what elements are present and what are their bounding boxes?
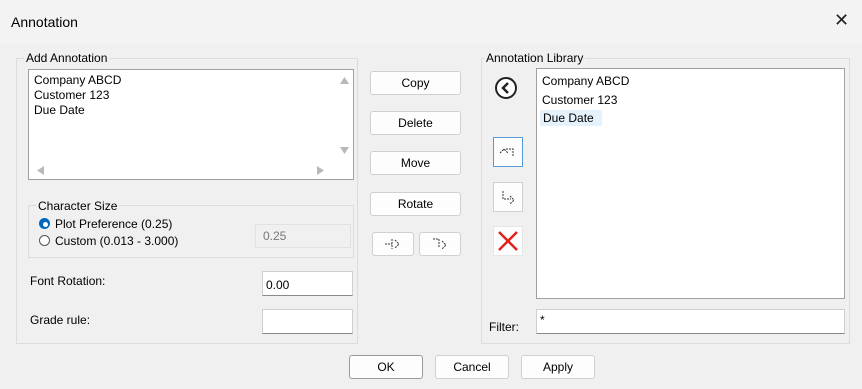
filter-input[interactable]: *	[536, 309, 845, 334]
copy-button[interactable]: Copy	[370, 71, 461, 95]
ok-button[interactable]: OK	[349, 355, 423, 379]
annotation-library-legend: Annotation Library	[484, 51, 586, 65]
cancel-button[interactable]: Cancel	[435, 355, 509, 379]
vertical-scrollbar[interactable]	[336, 70, 353, 162]
window-title: Annotation	[11, 14, 78, 30]
rotate-button[interactable]: Rotate	[370, 192, 461, 216]
custom-radio[interactable]	[39, 235, 50, 246]
library-item[interactable]: Customer 123	[542, 93, 617, 107]
insert-down-button[interactable]	[493, 182, 523, 212]
filter-label: Filter:	[489, 320, 519, 334]
grade-rule-input[interactable]	[262, 309, 353, 334]
move-down-right-button[interactable]	[419, 232, 461, 256]
back-arrow-icon[interactable]	[494, 76, 518, 100]
insert-up-icon	[499, 148, 514, 157]
font-rotation-input[interactable]: 0.00	[262, 271, 353, 296]
font-rotation-label: Font Rotation:	[30, 274, 106, 288]
insert-down-icon	[502, 191, 515, 205]
scroll-left-icon[interactable]	[37, 166, 44, 175]
annotation-text-area[interactable]: Company ABCD Customer 123 Due Date	[28, 69, 354, 180]
delete-button[interactable]: Delete	[370, 111, 461, 135]
library-item-label: Due Date	[543, 111, 594, 125]
plot-preference-radio[interactable]	[39, 218, 50, 229]
move-right-icon	[385, 239, 400, 249]
insert-up-button[interactable]	[493, 137, 523, 167]
title-bar	[0, 0, 862, 44]
plot-preference-label: Plot Preference (0.25)	[55, 217, 173, 231]
annotation-line: Due Date	[34, 103, 85, 117]
grade-rule-label: Grade rule:	[30, 313, 91, 327]
delete-item-button[interactable]	[493, 226, 523, 256]
scroll-down-icon[interactable]	[340, 147, 349, 154]
annotation-line: Customer 123	[34, 88, 110, 102]
move-down-right-icon	[433, 238, 447, 250]
add-annotation-legend: Add Annotation	[24, 51, 110, 65]
horizontal-scrollbar[interactable]	[29, 162, 336, 179]
move-button[interactable]: Move	[370, 151, 461, 175]
move-right-button[interactable]	[372, 232, 414, 256]
apply-button[interactable]: Apply	[521, 355, 595, 379]
delete-x-icon	[498, 231, 518, 251]
custom-label: Custom (0.013 - 3.000)	[55, 234, 179, 248]
annotation-line: Company ABCD	[34, 73, 122, 87]
library-item[interactable]: Company ABCD	[542, 74, 629, 88]
character-size-legend: Character Size	[36, 199, 120, 213]
close-icon[interactable]: ✕	[834, 10, 849, 30]
scroll-right-icon[interactable]	[317, 166, 324, 175]
custom-size-field: 0.25	[255, 224, 351, 248]
library-item-selected[interactable]: Due Date	[540, 110, 602, 126]
annotation-library-list[interactable]: Company ABCD Customer 123 Due Date	[536, 68, 845, 299]
scroll-up-icon[interactable]	[340, 77, 349, 84]
